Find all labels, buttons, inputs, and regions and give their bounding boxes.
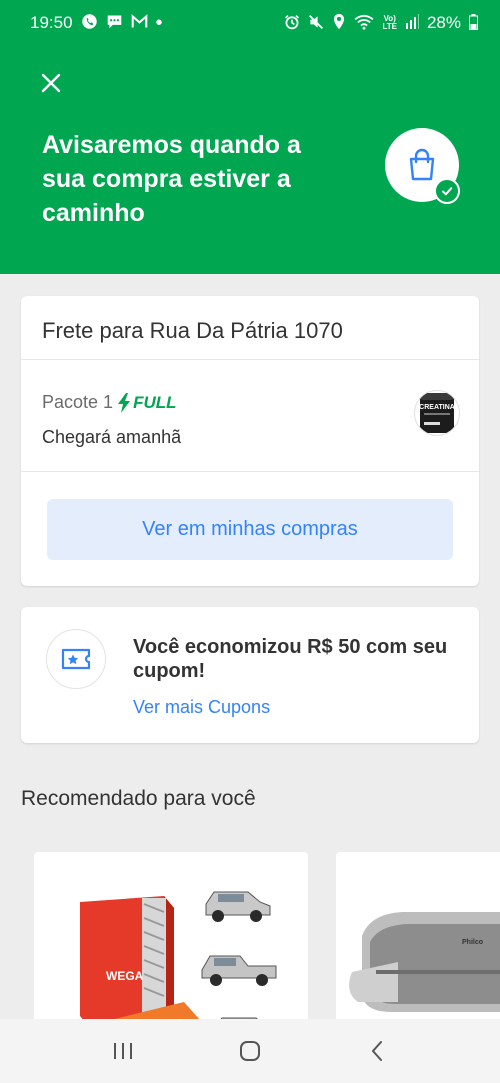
check-icon xyxy=(442,187,453,196)
coupon-savings-text: Você economizou R$ 50 com seu cupom! xyxy=(133,636,448,682)
chat-icon xyxy=(106,13,123,33)
creatine-product-image: CREATINA xyxy=(419,393,455,433)
status-bar: 19:50 • Vo) LTE 28% xyxy=(0,0,500,46)
package-number: Pacote 1 xyxy=(42,392,114,412)
location-icon xyxy=(332,13,346,33)
pickup-car xyxy=(201,955,277,986)
recommendations-title: Recomendado para você xyxy=(21,787,256,810)
confirmation-header: Avisaremos quando a sua compra estiver a… xyxy=(0,46,500,274)
back-button[interactable] xyxy=(357,1031,397,1071)
gmail-icon xyxy=(131,14,148,32)
lightning-icon xyxy=(118,392,131,413)
alarm-icon xyxy=(284,14,300,33)
whatsapp-icon xyxy=(81,13,98,33)
divider xyxy=(21,359,479,360)
status-time: 19:50 xyxy=(30,13,73,32)
battery-percent: 28% xyxy=(426,13,461,32)
product-thumbnail[interactable]: CREATINA xyxy=(414,390,460,436)
coupon-card: Você economizou R$ 50 com seu cupom! Ver… xyxy=(21,607,479,743)
full-label: FULL xyxy=(133,392,177,412)
coupon-ticket-icon xyxy=(61,648,91,670)
suv-car-1 xyxy=(205,891,271,922)
confirmation-headline: Avisaremos quando a sua compra estiver a… xyxy=(42,131,301,227)
product-thumb-text: CREATINA xyxy=(419,404,455,411)
close-icon xyxy=(41,73,61,93)
product-1-brand: WEGA xyxy=(106,969,144,983)
battery-icon xyxy=(469,13,478,33)
notification-dot-icon: • xyxy=(155,12,163,34)
product-2-brand: Philco xyxy=(462,939,483,946)
view-purchases-button[interactable]: Ver em minhas compras xyxy=(47,499,453,560)
back-icon xyxy=(371,1041,382,1061)
home-icon xyxy=(239,1041,260,1061)
more-coupons-link[interactable]: Ver mais Cupons xyxy=(133,697,270,718)
divider xyxy=(21,471,479,472)
mute-icon xyxy=(308,14,324,33)
signal-icon xyxy=(405,14,419,32)
coupon-badge xyxy=(46,629,106,689)
shipping-address-title: Frete para Rua Da Pátria 1070 xyxy=(42,318,343,343)
home-button[interactable] xyxy=(230,1031,270,1071)
status-right: Vo) LTE 28% xyxy=(284,13,478,33)
volte-icon: Vo) LTE xyxy=(382,14,397,31)
check-badge xyxy=(434,178,460,204)
screen: 19:50 • Vo) LTE 28% Avisaremos quando a … xyxy=(0,0,500,1083)
arrival-estimate: Chegará amanhã xyxy=(42,427,182,447)
system-navigation-bar xyxy=(0,1019,500,1083)
status-left: 19:50 • xyxy=(30,13,163,33)
recent-apps-button[interactable] xyxy=(103,1031,143,1071)
recent-apps-icon xyxy=(114,1043,133,1059)
shopping-bag-icon xyxy=(409,148,435,181)
close-button[interactable] xyxy=(38,70,64,96)
package-label: Pacote 1 FULL xyxy=(42,392,177,413)
full-badge: FULL xyxy=(117,392,177,413)
shipping-card: Frete para Rua Da Pátria 1070 Pacote 1 F… xyxy=(21,296,479,586)
wifi-icon xyxy=(354,14,374,33)
